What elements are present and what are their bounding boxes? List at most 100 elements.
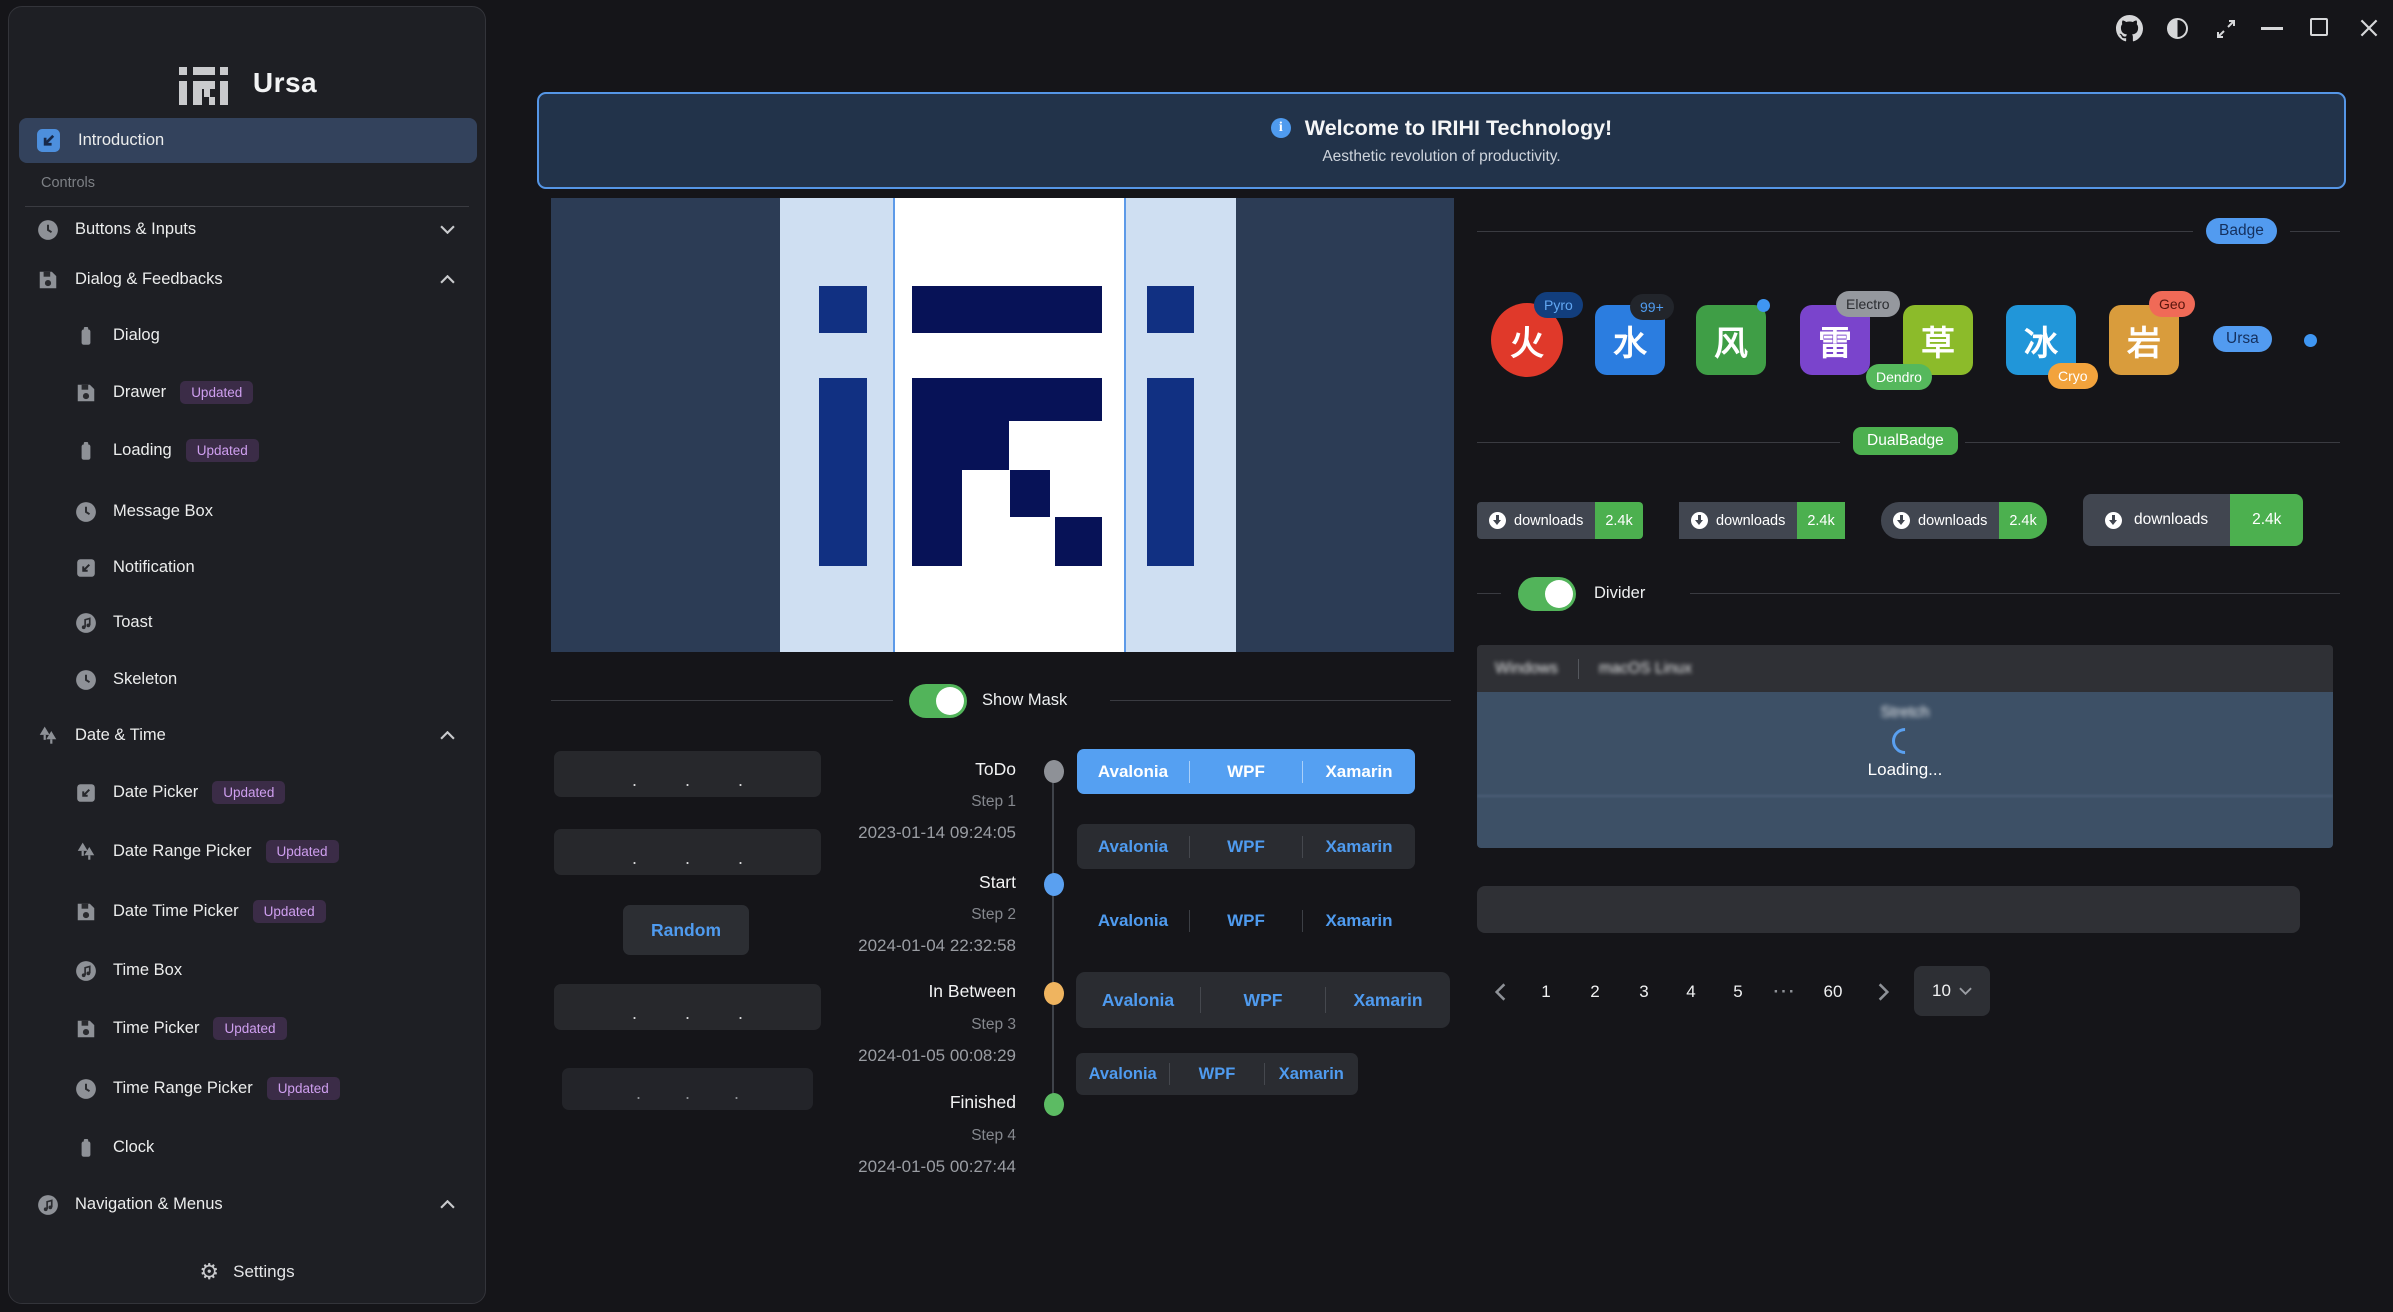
music-note-icon [75,960,97,982]
sidebar-item-label: Time Range Picker [113,1079,253,1098]
github-icon[interactable] [2116,15,2143,42]
maximize-icon[interactable] [2310,18,2328,36]
wpf-button[interactable]: WPF [1201,990,1325,1011]
sidebar-item-time-range-picker[interactable]: Time Range Picker Updated [19,1066,477,1111]
timeline-time: 2024-01-05 00:08:29 [716,1046,1016,1066]
music-note-icon [37,1194,59,1216]
downloads-badge-large: downloads 2.4k [2083,494,2303,546]
pagination-next-button[interactable] [1863,972,1903,1012]
sidebar-item-date-picker[interactable]: Date Picker Updated [19,770,477,815]
sidebar-item-label: Skeleton [113,670,177,689]
downloads-badge: downloads 2.4k [1477,502,1643,539]
sidebar-item-date-time[interactable]: Date & Time [19,713,477,758]
tile-glyph: 水 [1613,316,1647,365]
pagination-page-5[interactable]: 5 [1718,972,1758,1012]
trees-icon [75,841,97,863]
chevron-up-icon [440,271,455,289]
sidebar-item-message-box[interactable]: Message Box [19,489,477,534]
sidebar-item-clock[interactable]: Clock [19,1125,477,1170]
close-icon[interactable] [2356,15,2382,41]
pagination-page-3[interactable]: 3 [1624,972,1664,1012]
settings-button[interactable]: ⚙ Settings [9,1241,485,1303]
tab-windows[interactable]: Windows [1495,660,1558,678]
avalonia-button[interactable]: Avalonia [1076,990,1200,1011]
pagination-page-60[interactable]: 60 [1813,972,1853,1012]
wpf-button[interactable]: WPF [1190,837,1302,857]
dendro-badge: Dendro [1866,364,1932,390]
pyro-badge: Pyro [1534,292,1583,318]
xamarin-button[interactable]: Xamarin [1303,911,1415,931]
wpf-button[interactable]: WPF [1170,1065,1263,1084]
loading-spinner-icon [1887,723,1924,760]
timeline-label: ToDo [716,759,1016,780]
avalonia-button[interactable]: Avalonia [1077,837,1189,857]
count-badge: 99+ [1630,294,1674,320]
chevron-up-icon [440,1196,455,1214]
gear-icon: ⚙ [199,1261,219,1283]
avalonia-button[interactable]: Avalonia [1076,1065,1169,1084]
timeline-label: In Between [716,981,1016,1002]
avalonia-button[interactable]: Avalonia [1077,762,1189,782]
music-note-icon [75,612,97,634]
xamarin-button[interactable]: Xamarin [1303,762,1415,782]
sidebar-item-introduction[interactable]: Introduction [19,118,477,163]
dot-badge [2304,334,2317,347]
sidebar-item-buttons-inputs[interactable]: Buttons & Inputs [19,207,477,252]
ursa-pill-badge: Ursa [2213,326,2272,352]
pagination-ellipsis[interactable]: ··· [1765,972,1805,1012]
badge-tile-anemo: 风 [1696,305,1766,375]
badge-left-text: downloads [1514,513,1583,529]
badge-left-text: downloads [2134,511,2208,529]
divider-line [1110,700,1451,701]
sidebar-item-dialog[interactable]: Dialog [19,313,477,358]
xamarin-button[interactable]: Xamarin [1265,1065,1358,1084]
sidebar-item-navigation-menus[interactable]: Navigation & Menus [19,1182,477,1227]
badge-right-text: 2.4k [1797,502,1844,539]
ip-separator: . [685,1004,690,1022]
chevron-up-icon [440,727,455,745]
pagination-page-4[interactable]: 4 [1671,972,1711,1012]
xamarin-button[interactable]: Xamarin [1303,837,1415,857]
sidebar-item-time-box[interactable]: Time Box [19,948,477,993]
page-size-select[interactable]: 10 [1914,966,1990,1016]
fullscreen-icon[interactable] [2214,17,2238,41]
divider-toggle[interactable] [1518,577,1576,611]
info-icon: i [1271,118,1291,138]
xamarin-button[interactable]: Xamarin [1326,990,1450,1011]
sidebar-item-skeleton[interactable]: Skeleton [19,657,477,702]
settings-label: Settings [233,1262,294,1282]
progress-placeholder [1477,886,2300,933]
ip-separator: . [685,849,690,867]
sidebar-item-date-time-picker[interactable]: Date Time Picker Updated [19,889,477,934]
badge-left-text: downloads [1918,513,1987,529]
sidebar-item-loading[interactable]: Loading Updated [19,428,477,473]
minimize-icon[interactable] [2261,27,2283,30]
show-mask-toggle[interactable] [909,684,967,718]
sidebar-item-label: Navigation & Menus [75,1195,223,1214]
floppy-icon [75,1018,97,1040]
sidebar-item-notification[interactable]: Notification [19,545,477,590]
pagination-prev-button[interactable] [1480,972,1520,1012]
loading-card: Windows macOS Linux Stretch Loading... [1477,645,2333,848]
timeline-time: 2024-01-04 22:32:58 [716,936,1016,956]
banner-subtitle: Aesthetic revolution of productivity. [1322,148,1560,166]
cryo-badge: Cryo [2048,363,2098,389]
sidebar-item-label: Introduction [78,131,164,150]
wpf-button[interactable]: WPF [1190,911,1302,931]
wpf-button[interactable]: WPF [1190,762,1302,782]
arrow-square-icon [35,127,62,154]
theme-toggle-icon[interactable] [2167,18,2188,39]
divider-line [2290,231,2340,232]
clock-icon [75,1078,97,1100]
sidebar-item-time-picker[interactable]: Time Picker Updated [19,1006,477,1051]
sidebar-item-date-range-picker[interactable]: Date Range Picker Updated [19,829,477,874]
sidebar-item-dialog-feedbacks[interactable]: Dialog & Feedbacks [19,257,477,302]
sidebar-item-toast[interactable]: Toast [19,600,477,645]
sidebar-item-drawer[interactable]: Drawer Updated [19,370,477,415]
pagination-page-1[interactable]: 1 [1526,972,1566,1012]
timeline-label: Start [716,872,1016,893]
avalonia-button[interactable]: Avalonia [1077,911,1189,931]
pagination-page-2[interactable]: 2 [1575,972,1615,1012]
badge-divider-pill: Badge [2206,218,2277,244]
tab-macos-linux[interactable]: macOS Linux [1599,660,1692,678]
